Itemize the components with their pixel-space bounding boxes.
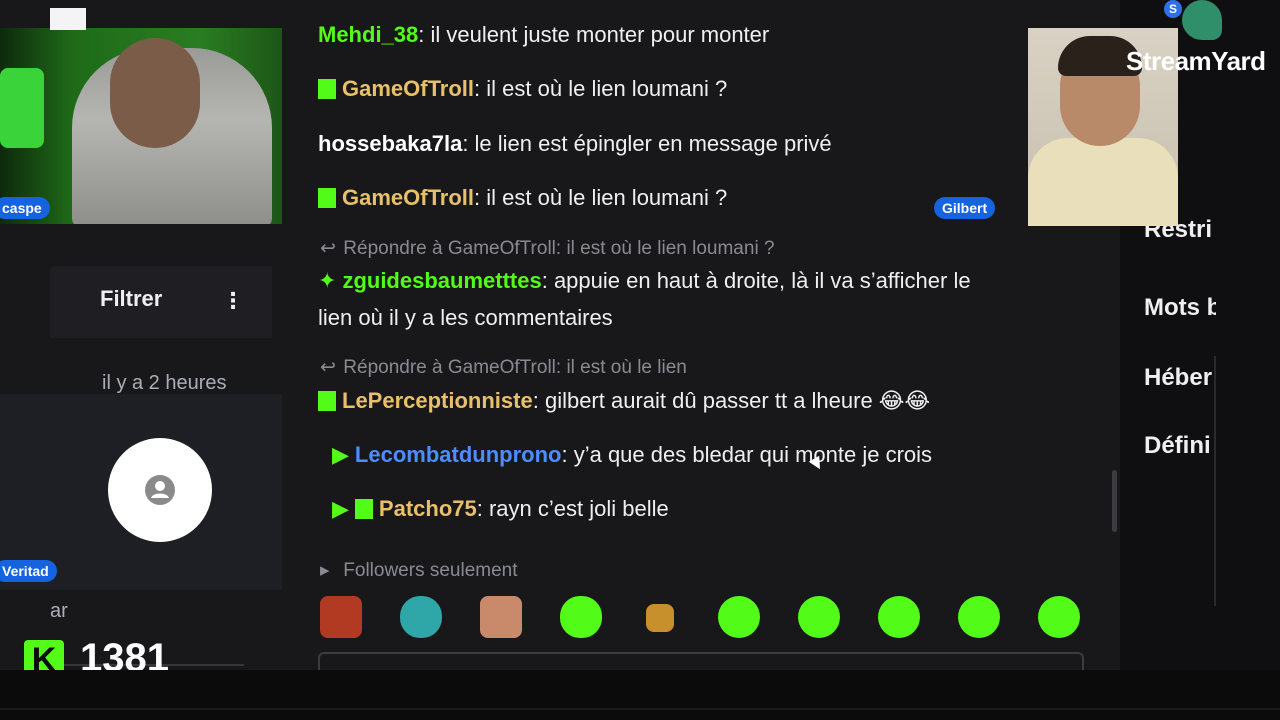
person-shirt [1028, 138, 1178, 226]
filter-button[interactable]: Filtrer [100, 286, 162, 312]
chat-username[interactable]: Patcho75 [379, 496, 477, 521]
gift-badge-icon [354, 499, 373, 519]
partial-text: ar [50, 600, 68, 622]
sparkle-badge-icon: ✦ [318, 268, 337, 293]
reply-icon: ↩ [320, 238, 336, 259]
laughing-face-emote[interactable] [320, 596, 362, 638]
reply-text: Répondre à GameOfTroll: il est où le lie… [343, 238, 775, 259]
chat-username[interactable]: LePerceptionniste [342, 388, 533, 413]
chat-message: ▶ Lecombatdunprono: y’a que des bledar qu… [332, 442, 933, 467]
user-icon [145, 475, 175, 505]
settings-item-definitions[interactable]: Défini [1144, 432, 1216, 460]
participant-name-tag: caspe [0, 197, 50, 219]
gift-badge-icon [318, 79, 336, 99]
duck-logo-icon [1182, 0, 1222, 40]
chat-text: gilbert aurait dû passer tt a lheure 😂😂 [544, 388, 931, 413]
chat-text: rayn c’est joli belle [488, 496, 669, 521]
chat-message: ▶ Patcho75: rayn c’est joli belle [332, 496, 669, 521]
info-icon: ▸ [320, 560, 330, 581]
participant-name-tag: Gilbert [934, 197, 996, 219]
chat-text: il veulent juste monter pour monter [430, 22, 770, 47]
streamyard-logo: StreamYard [1126, 46, 1266, 76]
chat-username[interactable]: Mehdi_38 [318, 22, 418, 47]
divider [1214, 356, 1216, 606]
chat-text-continued: lien où il y a les commentaires [318, 305, 613, 330]
dizzy-emote[interactable] [718, 596, 760, 638]
chat-message: GameOfTroll: il est où le lien loumani ? [318, 76, 727, 102]
streamyard-badge-icon: S [1164, 0, 1182, 18]
chat-message: LePerceptionniste: gilbert aurait dû pas… [318, 388, 930, 414]
participant-name-tag: Veritad [0, 560, 57, 582]
mascot-sticker [0, 68, 44, 148]
gift-badge-icon [318, 188, 336, 208]
more-options-icon[interactable]: ⋮ [222, 286, 244, 316]
chat-text: il est où le lien loumani ? [486, 76, 728, 101]
smile-emote[interactable] [1038, 596, 1080, 638]
overlay-label [50, 8, 86, 30]
chat-username[interactable]: zguidesbaumetttes [342, 268, 541, 293]
chat-message: hossebaka7la: le lien est épingler en me… [318, 131, 832, 156]
reply-context[interactable]: ↩ Répondre à GameOfTroll: il est où le l… [320, 237, 775, 260]
divider [0, 708, 1280, 710]
chat-scrollbar[interactable] [1112, 470, 1117, 532]
reply-text: Répondre à GameOfTroll: il est où le lie… [343, 357, 687, 378]
chat-text: il est où le lien loumani ? [486, 185, 728, 210]
chat-message: Mehdi_38: il veulent juste monter pour m… [318, 22, 769, 48]
reply-context[interactable]: ↩ Répondre à GameOfTroll: il est où le l… [320, 356, 687, 379]
arrow-badge-icon: ▶ [332, 496, 349, 521]
followers-only-notice: ▸ Followers seulement [320, 559, 518, 582]
angel-emote[interactable] [560, 596, 602, 638]
chat-username[interactable]: Lecombatdunprono [355, 442, 562, 467]
chat-text: appuie en haut à droite, là il va s’affi… [553, 268, 971, 293]
grin-emote[interactable] [798, 596, 840, 638]
chat-text: le lien est épingler en message privé [474, 131, 832, 156]
chat-username[interactable]: GameOfTroll [342, 185, 474, 210]
chat-username[interactable]: hossebaka7la [318, 131, 462, 156]
hands-emote[interactable] [400, 596, 442, 638]
right-edge [1216, 0, 1280, 670]
chat-message: GameOfTroll: il est où le lien loumani ? [318, 185, 727, 211]
happy-emote[interactable] [958, 596, 1000, 638]
followers-only-text: Followers seulement [343, 560, 518, 581]
chat-text: y’a que des bledar qui monte je crois [573, 442, 933, 467]
headphones-emote[interactable] [878, 596, 920, 638]
chat-username[interactable]: GameOfTroll [342, 76, 474, 101]
arrow-badge-icon: ▶ [332, 442, 349, 467]
person-face [110, 38, 200, 148]
settings-item-blocked-words[interactable]: Mots b [1144, 294, 1216, 322]
reply-icon: ↩ [320, 357, 336, 378]
gift-badge-icon [318, 391, 336, 411]
settings-item-hosting[interactable]: Héber [1144, 364, 1216, 392]
box-face-emote[interactable] [646, 604, 674, 632]
chat-message: ✦ zguidesbaumetttes: appuie en haut à dro… [318, 268, 971, 293]
timestamp-label: il y a 2 heures [102, 372, 227, 394]
bottom-bar [0, 670, 1280, 720]
chat-separator: : [418, 22, 431, 47]
crying-face-emote[interactable] [480, 596, 522, 638]
